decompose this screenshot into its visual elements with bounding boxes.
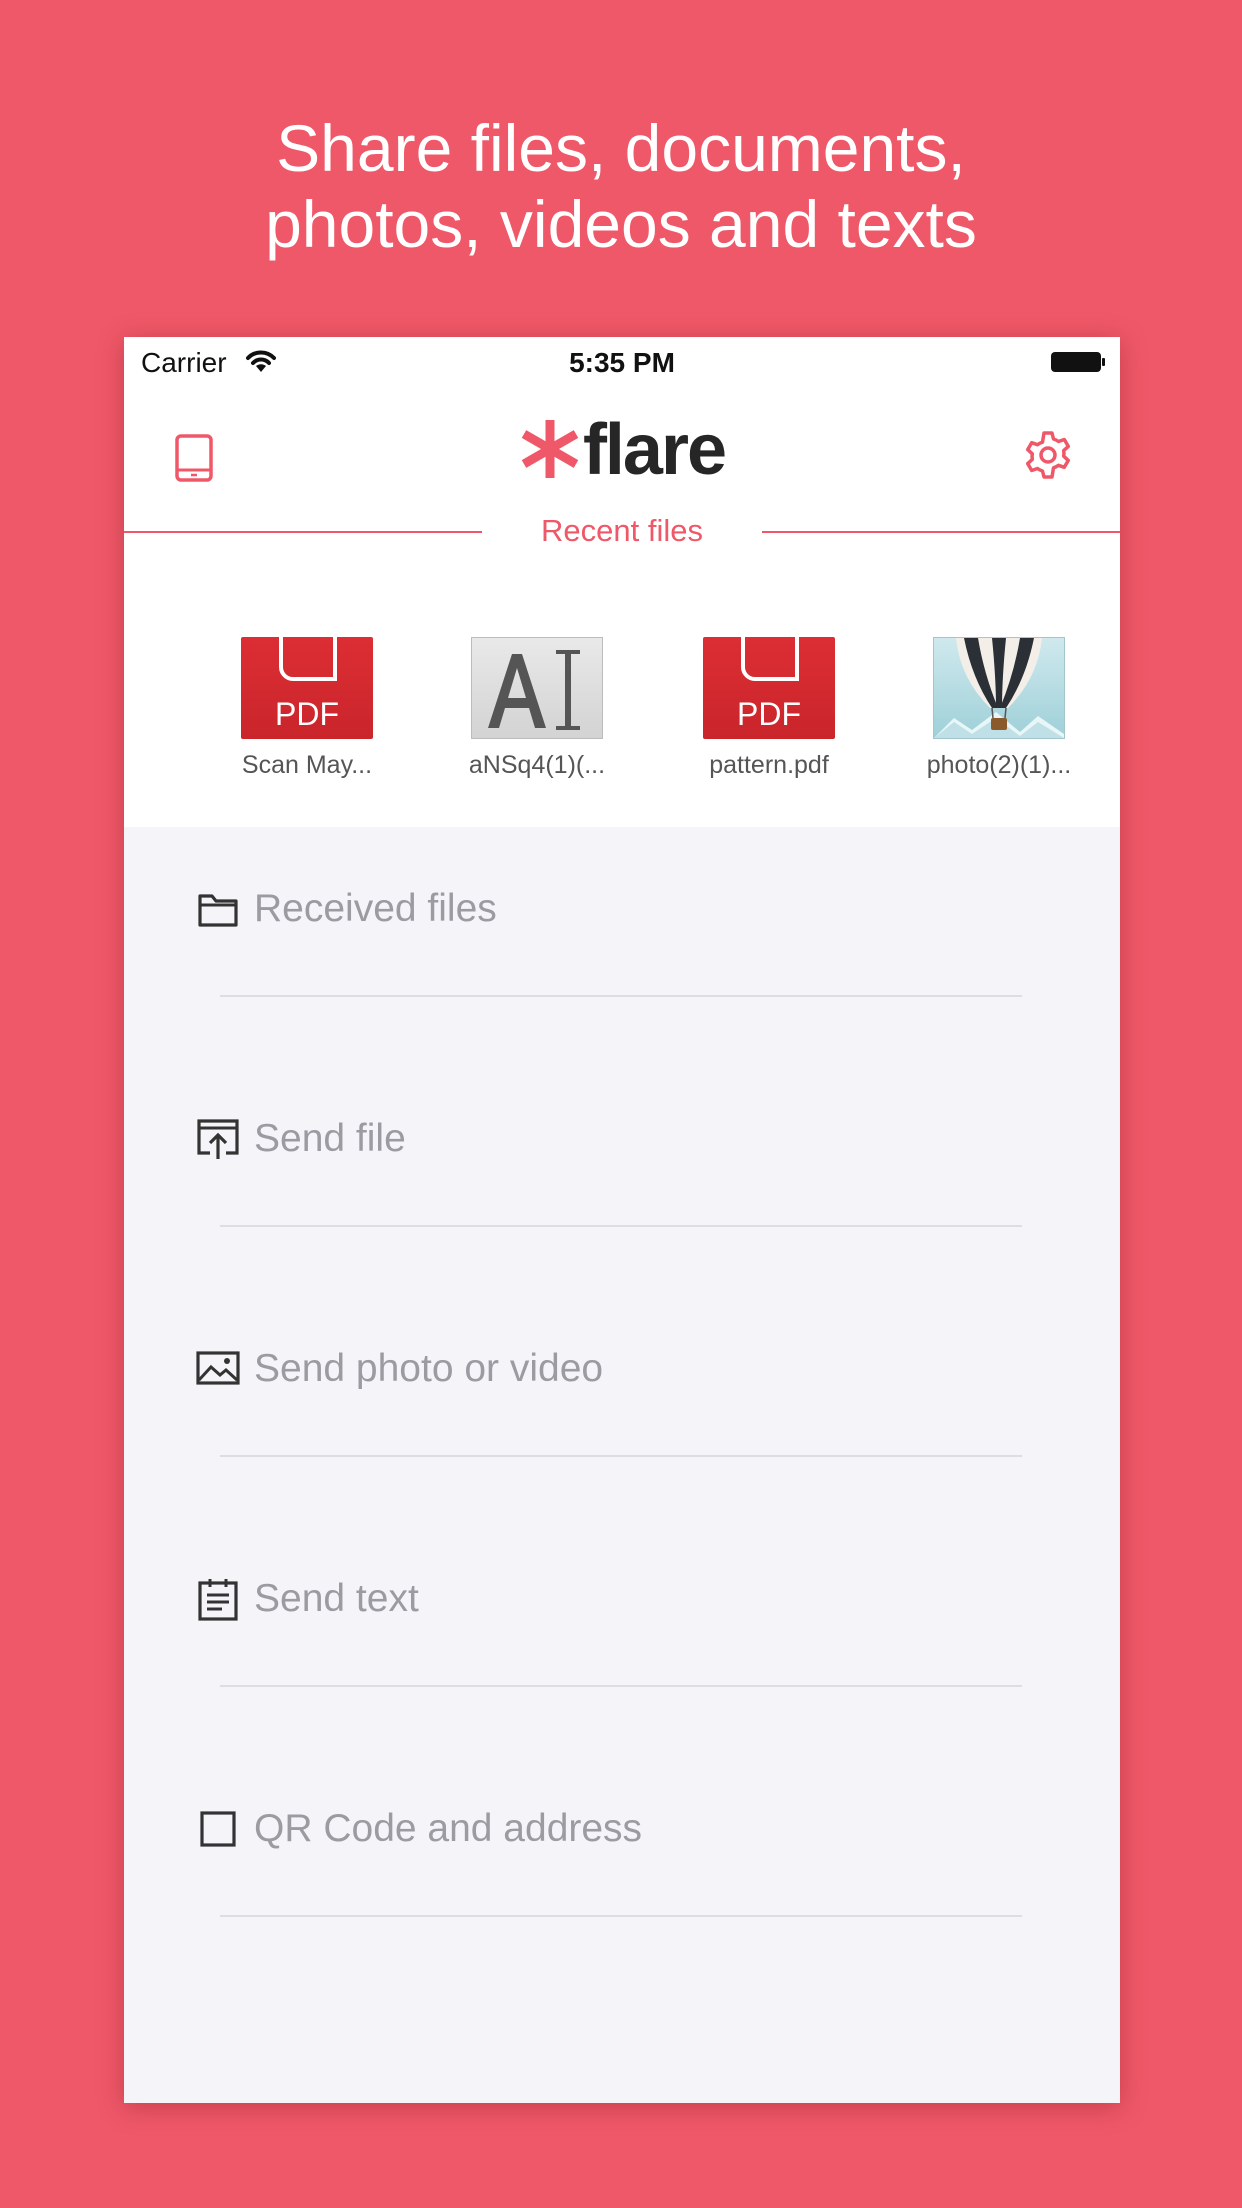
file-name: aNSq4(1)(... (468, 751, 606, 779)
menu-divider (220, 1455, 1022, 1457)
menu-divider (220, 995, 1022, 997)
recent-file-item[interactable]: PDF Scan May... (207, 637, 407, 780)
page-fold-icon (279, 637, 337, 681)
image-icon (196, 1351, 240, 1385)
pdf-file-icon: PDF (241, 637, 373, 739)
qr-square-icon (200, 1811, 236, 1847)
menu-label: Send text (254, 1577, 419, 1620)
promo-headline: Share files, documents, photos, videos a… (0, 110, 1242, 262)
recent-file-item[interactable]: PDF pattern.pdf (669, 637, 869, 780)
menu-divider (220, 1915, 1022, 1917)
recent-files-header: Recent files (124, 509, 1120, 553)
pdf-file-icon: PDF (703, 637, 835, 739)
menu-label: QR Code and address (254, 1807, 643, 1850)
app-logo: flare (124, 409, 1120, 491)
nav-bar: flare Recent files (124, 389, 1120, 559)
recent-file-item[interactable]: photo(2)(1)... (899, 637, 1099, 780)
app-screen: Carrier 5:35 PM flare Recent files PDF S… (124, 337, 1120, 2103)
file-name: pattern.pdf (709, 751, 829, 779)
header-divider-right (762, 531, 1120, 533)
ai-text-icon (488, 650, 580, 730)
qr-code-item[interactable]: QR Code and address (124, 1747, 1120, 1977)
send-text-item[interactable]: Send text (124, 1517, 1120, 1747)
menu-divider (220, 1685, 1022, 1687)
asterisk-logo-icon (521, 420, 579, 478)
status-bar: Carrier 5:35 PM (124, 337, 1120, 389)
ai-file-icon (471, 637, 603, 739)
recent-file-item[interactable]: aNSq4(1)(... (437, 637, 637, 780)
balloon-photo-icon (934, 638, 1064, 738)
headline-line-1: Share files, documents, (276, 111, 966, 185)
send-file-item[interactable]: Send file (124, 1057, 1120, 1287)
logo-text: flare (582, 410, 727, 490)
received-files-item[interactable]: Received files (124, 827, 1120, 1057)
photo-thumbnail (933, 637, 1065, 739)
menu-label: Received files (254, 887, 497, 930)
battery-icon (1051, 352, 1105, 372)
pdf-badge: PDF (275, 696, 339, 732)
page-fold-icon (741, 637, 799, 681)
send-photo-video-item[interactable]: Send photo or video (124, 1287, 1120, 1517)
pdf-badge: PDF (737, 696, 801, 732)
menu-label: Send file (254, 1117, 406, 1160)
file-name: Scan May... (241, 751, 373, 779)
menu-divider (220, 1225, 1022, 1227)
menu-label: Send photo or video (254, 1347, 604, 1390)
headline-line-2: photos, videos and texts (265, 187, 977, 261)
gear-icon[interactable] (1022, 429, 1074, 481)
recent-files-strip: PDF Scan May... aNSq4(1)(... PDF pattern… (124, 559, 1120, 827)
upload-icon (197, 1119, 239, 1159)
folder-icon (198, 894, 238, 927)
file-name: photo(2)(1)... (926, 751, 1072, 779)
notepad-icon (198, 1579, 238, 1621)
status-time: 5:35 PM (569, 347, 675, 378)
